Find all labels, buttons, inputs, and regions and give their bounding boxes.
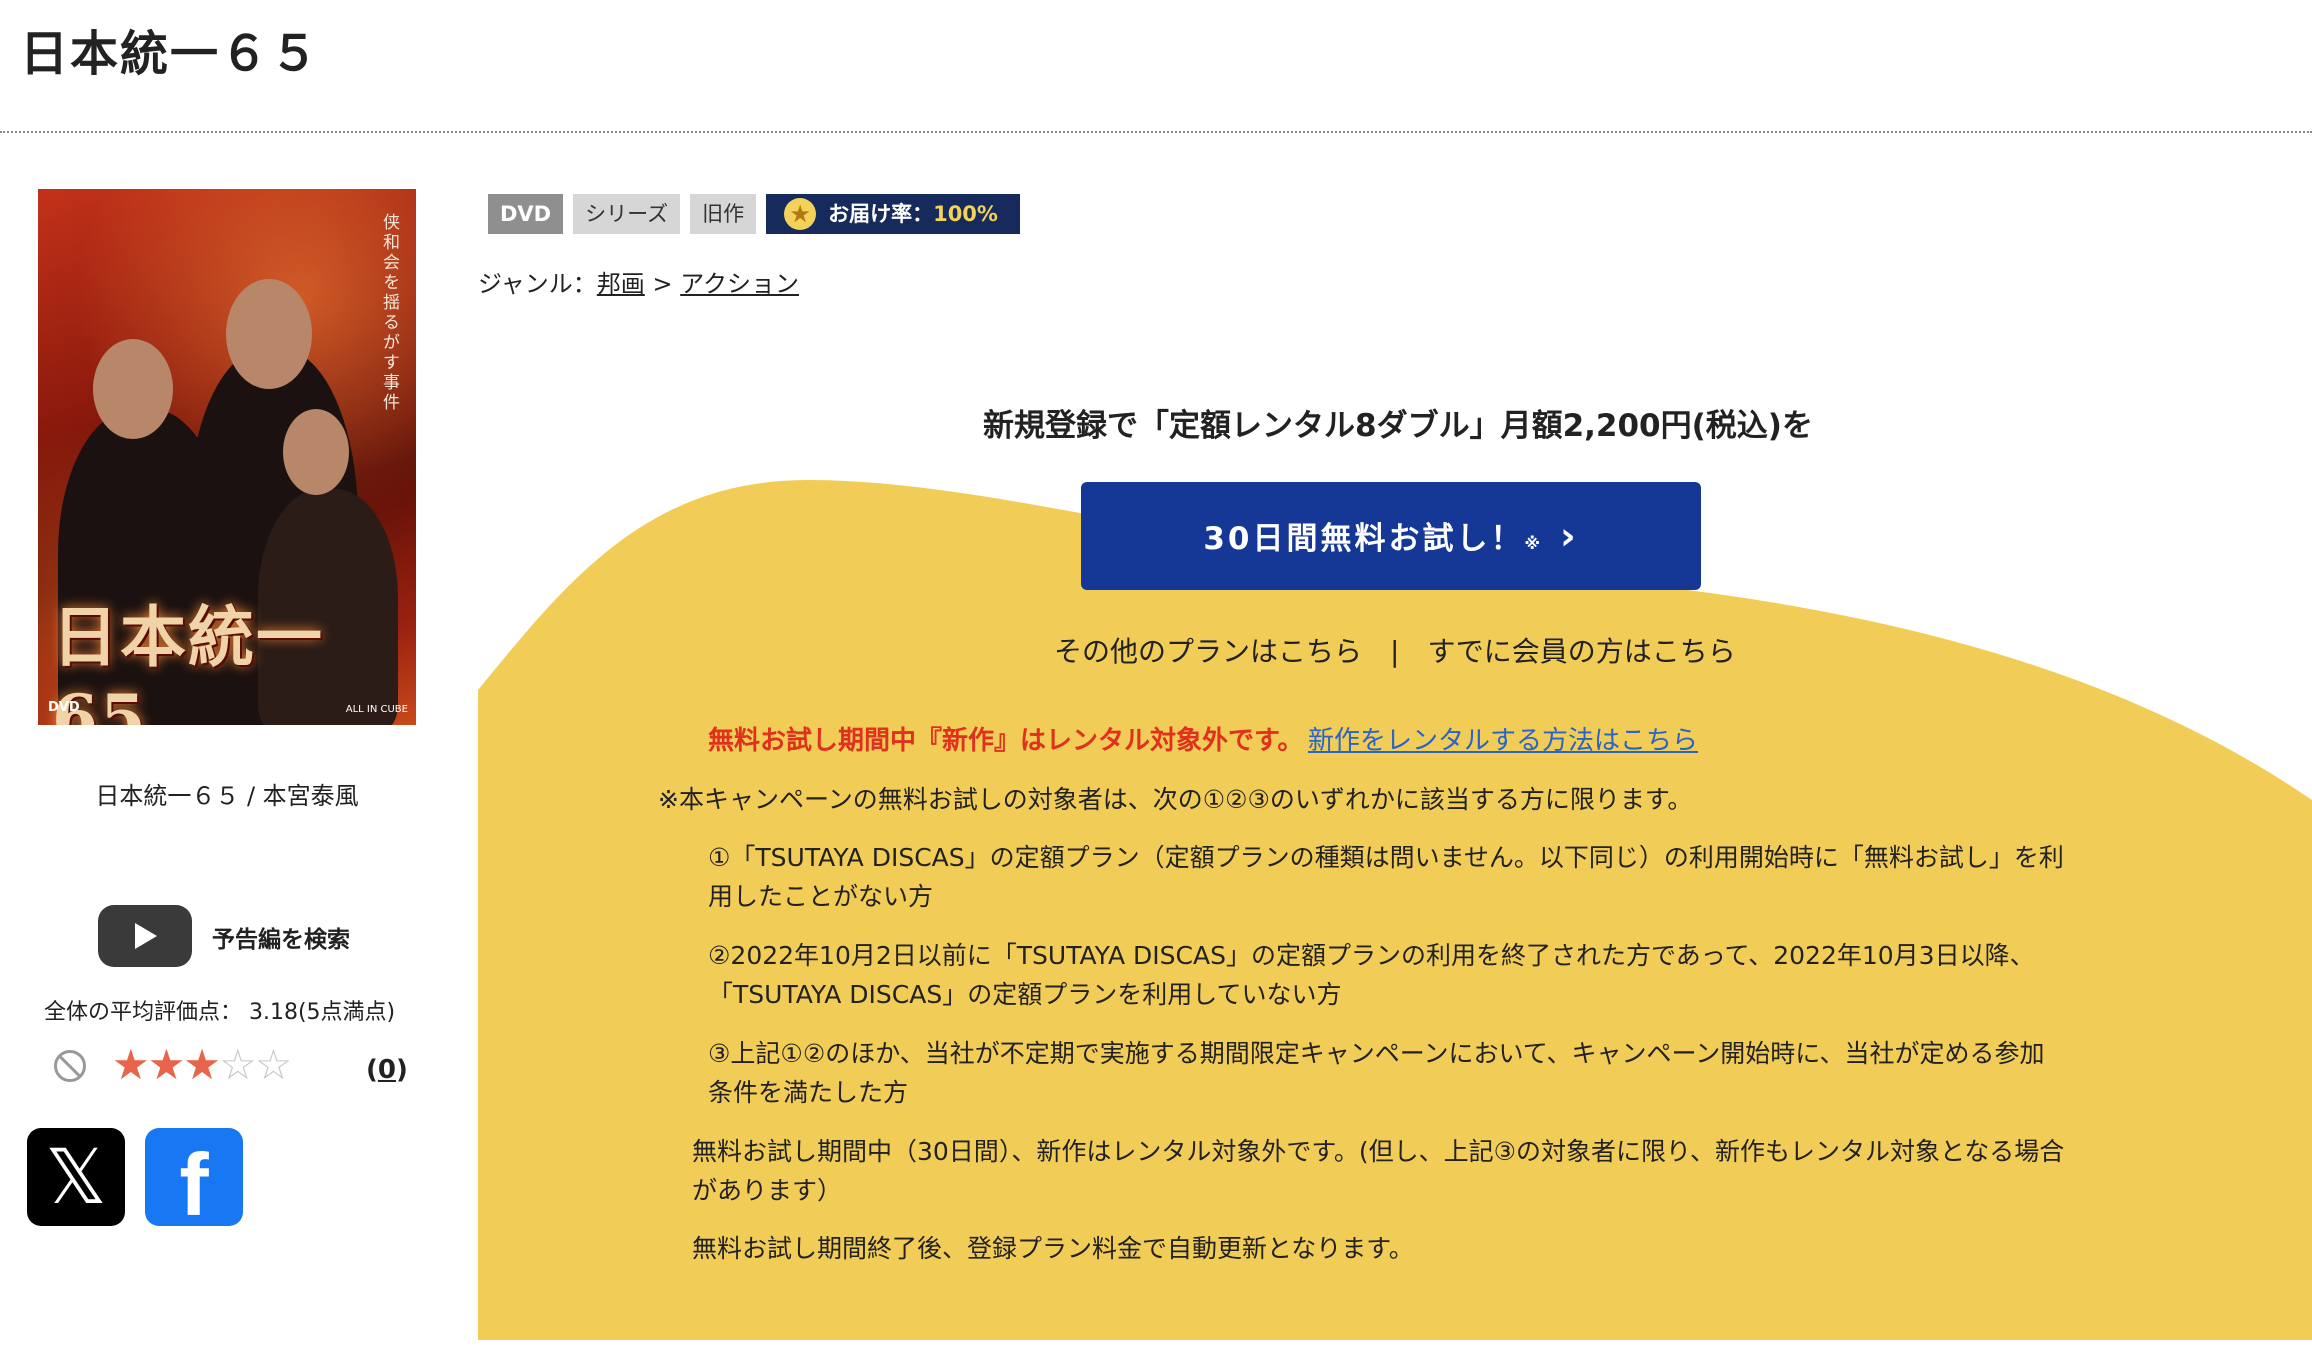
dvd-logo-mark: DVD (48, 700, 80, 715)
other-plans-link[interactable]: その他のプランはこちら (1054, 635, 1362, 668)
link-separator: | (1390, 635, 1400, 668)
star-medal-icon: ★ (784, 198, 817, 230)
eligibility-1-line1: ①「TSUTAYA DISCAS」の定額プラン（定額プランの種類は問いません。以… (708, 843, 2064, 872)
eligibility-2-line2: 「TSUTAYA DISCAS」の定額プランを利用していない方 (708, 980, 1342, 1009)
plan-links: その他のプランはこちら | すでに会員の方はこちら (1054, 630, 1736, 670)
count-value: 0 (377, 1055, 396, 1085)
auto-renew-note: 無料お試し期間終了後、登録プラン料金で自動更新となります。 (692, 1234, 1414, 1263)
poster-face-right (283, 409, 349, 495)
poster-tagline: 侠和会を揺るがす事件 (379, 213, 399, 413)
new-release-rental-link[interactable]: 新作をレンタルする方法はこちら (1308, 720, 1698, 757)
poster-face-left (93, 339, 173, 439)
trial-note-line2: があります） (692, 1176, 843, 1205)
youtube-play-icon[interactable] (98, 905, 192, 967)
chevron-right-icon: › (1560, 514, 1579, 558)
rate-value: 100% (933, 202, 998, 226)
badge-row: DVD シリーズ 旧作 ★ お届け率：100% (488, 194, 1020, 234)
badge-old: 旧作 (690, 194, 757, 234)
dvd-jacket-image[interactable]: 侠和会を揺るがす事件 日本統一65 DVD ALL IN CUBE (38, 189, 416, 725)
count-open: ( (366, 1055, 378, 1085)
genre-link-hougaku[interactable]: 邦画 (597, 270, 645, 298)
average-rating: 全体の平均評価点： 3.18(5点満点) (44, 1000, 396, 1025)
eligibility-2-line1: ②2022年10月2日以前に「TSUTAYA DISCAS」の定額プランの利用を… (708, 941, 2035, 970)
genre-link-action[interactable]: アクション (680, 270, 799, 298)
trailer-search-link[interactable]: 予告編を検索 (212, 920, 350, 954)
play-icon (135, 923, 157, 949)
x-icon: 𝕏 (45, 1132, 107, 1221)
review-count[interactable]: (0) (366, 1055, 408, 1085)
title-cast: 日本統一６５ / 本宮泰風 (95, 782, 359, 810)
new-release-notice: 無料お試し期間中『新作』はレンタル対象外です。 (708, 726, 1304, 756)
campaign-lead: 新規登録で「定額レンタル8ダブル」月額2,200円(税込)を (983, 408, 1813, 444)
free-trial-note: ※ (1524, 534, 1541, 553)
no-rating-icon[interactable] (54, 1050, 86, 1082)
badge-dvd: DVD (488, 194, 564, 234)
rate-label: お届け率： (828, 202, 934, 226)
badge-series: シリーズ (573, 194, 681, 234)
facebook-icon: f (179, 1135, 209, 1234)
trial-note-line1: 無料お試し期間中（30日間）、新作はレンタル対象外です。(但し、上記③の対象者に… (692, 1137, 2065, 1166)
poster-face-center (226, 279, 312, 389)
free-trial-button[interactable]: 30日間無料お試し！※ › (1081, 482, 1701, 590)
page-title: 日本統一６５ (20, 26, 321, 82)
filled-stars: ★★★ (112, 1040, 221, 1089)
campaign-eligibility: ※本キャンペーンの無料お試しの対象者は、次の①②③のいずれかに該当する方に限りま… (658, 785, 1693, 814)
star-rating[interactable]: ★★★☆☆ (112, 1040, 292, 1089)
eligibility-3-line2: 条件を満たした方 (708, 1078, 909, 1107)
count-close: ) (395, 1055, 408, 1085)
empty-stars: ☆☆ (218, 1040, 292, 1089)
members-link[interactable]: すでに会員の方はこちら (1427, 635, 1735, 668)
facebook-share-button[interactable]: f (145, 1128, 243, 1234)
eligibility-3-line1: ③上記①②のほか、当社が不定期で実施する期間限定キャンペーンにおいて、キャンペー… (708, 1039, 2045, 1068)
genre-label: ジャンル： (478, 270, 597, 298)
genre-sep: > (644, 270, 681, 298)
x-share-button[interactable]: 𝕏 (27, 1128, 125, 1226)
free-trial-label: 30日間無料お試し！ (1203, 521, 1525, 557)
eligibility-1-line2: 用したことがない方 (708, 882, 934, 911)
genre-breadcrumb: ジャンル：邦画 > アクション (478, 264, 799, 299)
divider (0, 131, 2312, 133)
badge-delivery-rate: ★ お届け率：100% (766, 194, 1020, 234)
label-logo: ALL IN CUBE (345, 704, 408, 715)
